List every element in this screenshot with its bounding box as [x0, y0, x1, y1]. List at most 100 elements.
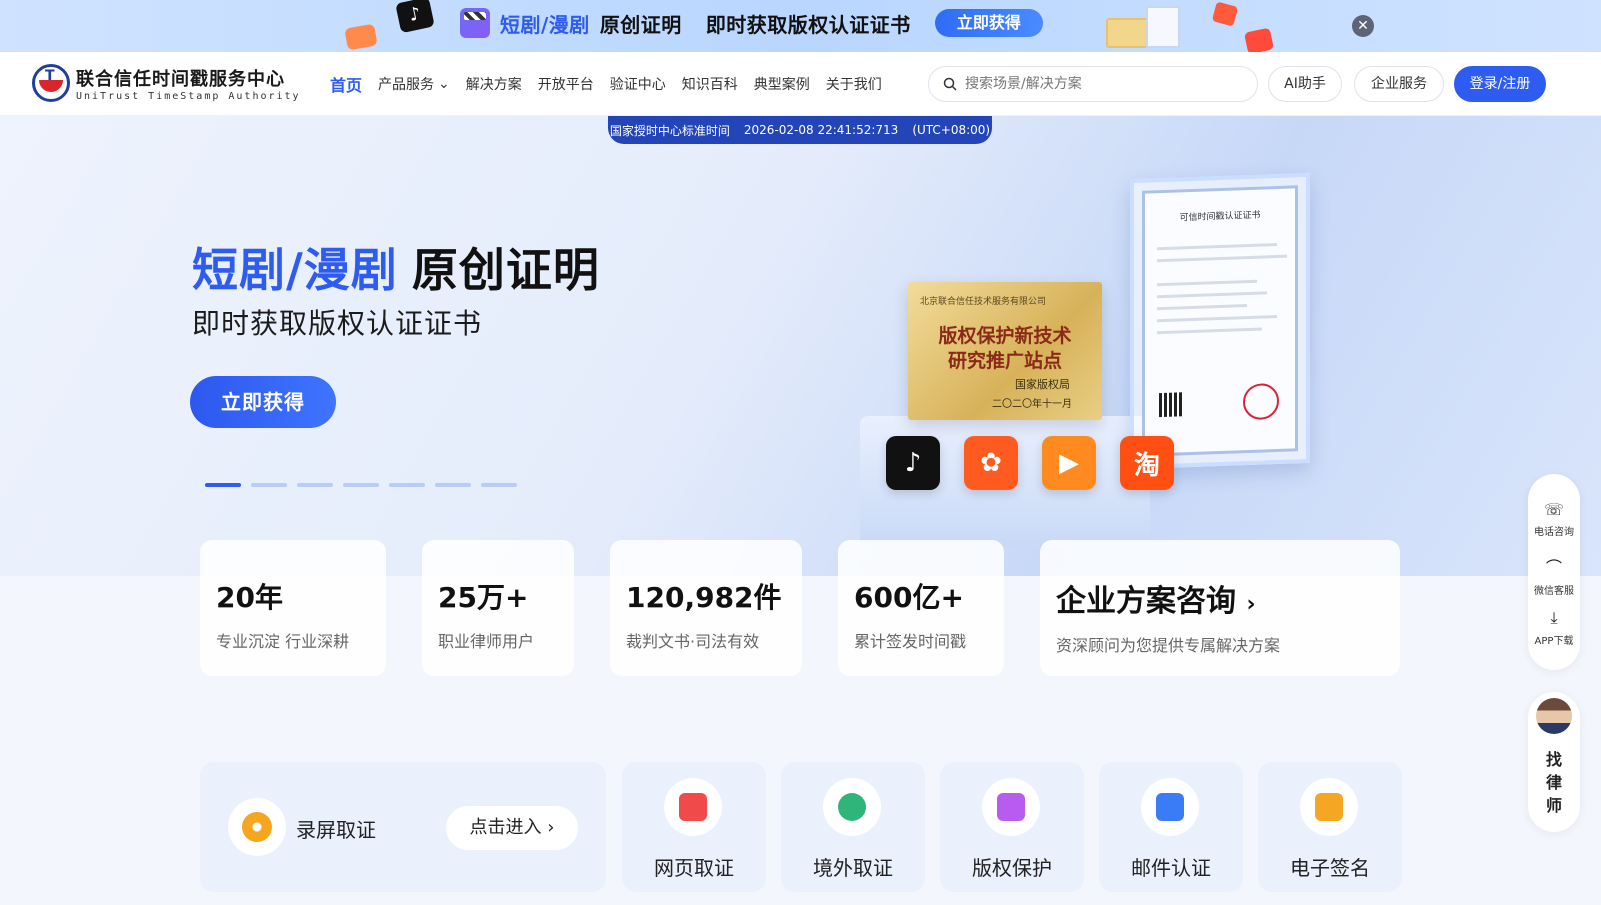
- promo-get-button[interactable]: 立即获得: [934, 9, 1043, 37]
- find-lawyer-text: 找律师: [1546, 750, 1563, 815]
- nav-products-label: 产品服务: [378, 77, 435, 93]
- service-email-auth[interactable]: 邮件认证: [1099, 762, 1243, 892]
- enterprise-service-button[interactable]: 企业服务: [1354, 66, 1444, 102]
- stat-value: 600亿+: [854, 581, 964, 614]
- carousel-dot[interactable]: [481, 483, 517, 487]
- hero-subtitle: 即时获取版权认证证书: [192, 307, 483, 340]
- headset-icon: ⌒: [1545, 558, 1562, 577]
- service-label: 网页取证: [654, 856, 734, 880]
- stat-card-lawyers: 25万+ 职业律师用户: [422, 540, 574, 676]
- chevron-right-icon: ›: [1246, 592, 1256, 617]
- screen-record-label: 录屏取证: [296, 818, 376, 842]
- nav-cases[interactable]: 典型案例: [754, 72, 810, 96]
- service-label: 电子签名: [1290, 856, 1370, 880]
- rail-phone[interactable]: ☏ 电话咨询: [1528, 500, 1580, 538]
- header: 联合信任时间戳服务中心 UniTrust TimeStamp Authority…: [0, 52, 1601, 116]
- nav-open-platform[interactable]: 开放平台: [538, 72, 594, 96]
- rail-wechat-label: 微信客服: [1534, 586, 1574, 597]
- download-icon: ⤓: [1550, 608, 1558, 627]
- carousel-dot[interactable]: [205, 483, 241, 487]
- nav-products[interactable]: 产品服务 ⌄: [378, 72, 450, 96]
- consult-subtitle: 资深顾问为您提供专属解决方案: [1056, 636, 1281, 655]
- time-zone: (UTC+08:00): [912, 123, 991, 137]
- find-lawyer-widget[interactable]: 找律师: [1528, 692, 1580, 832]
- service-label: 版权保护: [972, 856, 1052, 880]
- stat-card-timestamps: 600亿+ 累计签发时间戳: [838, 540, 1004, 676]
- nav-knowledge[interactable]: 知识百科: [682, 72, 738, 96]
- nav-solutions[interactable]: 解决方案: [466, 72, 522, 96]
- carousel-dot[interactable]: [251, 483, 287, 487]
- douyin-icon: ♪: [886, 436, 940, 490]
- phone-icon: ☏: [1543, 500, 1564, 519]
- search-box[interactable]: [928, 66, 1258, 102]
- promo-banner[interactable]: ♪ 短剧/漫剧 原创证明 即时获取版权认证证书 立即获得 ✕: [0, 0, 1601, 52]
- carousel-dot[interactable]: [343, 483, 379, 487]
- stat-value: 25万+: [438, 581, 529, 614]
- hero-get-button[interactable]: 立即获得: [190, 376, 336, 428]
- certificate-text-line: [1157, 315, 1277, 323]
- ai-assistant-button[interactable]: AI助手: [1268, 66, 1342, 102]
- service-overseas-evidence[interactable]: 境外取证: [781, 762, 925, 892]
- nav-home[interactable]: 首页: [330, 72, 362, 96]
- qr-code-icon: [1159, 392, 1183, 418]
- rail-wechat[interactable]: ⌒ 微信客服: [1528, 554, 1580, 597]
- logo-mark-icon: [32, 64, 70, 102]
- promo-title: 原创证明: [599, 12, 682, 37]
- stat-label: 专业沉淀 行业深耕: [216, 632, 350, 651]
- service-copyright[interactable]: 版权保护: [940, 762, 1084, 892]
- hongguo-icon: ▶: [1042, 436, 1096, 490]
- enter-label: 点击进入: [469, 817, 542, 838]
- screen-record-evidence-card[interactable]: 录屏取证 点击进入 ›: [200, 762, 606, 892]
- enter-button[interactable]: 点击进入 ›: [446, 806, 578, 850]
- stat-value: 20年: [216, 581, 283, 614]
- monitor-icon: [664, 778, 722, 836]
- hero-title: 短剧/漫剧 原创证明: [192, 234, 600, 300]
- certificate-doc-icon: [1146, 6, 1180, 48]
- signature-icon: [1300, 778, 1358, 836]
- kuaishou-icon: ✿: [964, 436, 1018, 490]
- certificate-text-line: [1157, 279, 1257, 287]
- certificate-frame: 可信时间戳认证证书: [1130, 172, 1310, 470]
- carousel-dot[interactable]: [389, 483, 425, 487]
- chevron-right-icon: ›: [547, 817, 555, 838]
- logo-title: 联合信任时间戳服务中心: [76, 68, 285, 90]
- rail-app-download[interactable]: ⤓ APP下载: [1528, 608, 1580, 647]
- taobao-icon: [1211, 1, 1239, 27]
- plaque-title: 版权保护新技术 研究推广站点: [908, 324, 1102, 374]
- login-register-button[interactable]: 登录/注册: [1454, 66, 1546, 102]
- nav-verify-center[interactable]: 验证中心: [610, 72, 666, 96]
- enterprise-consult-card[interactable]: 企业方案咨询 › 资深顾问为您提供专属解决方案: [1040, 540, 1400, 676]
- nav-about[interactable]: 关于我们: [826, 72, 882, 96]
- certificate-text-line: [1157, 327, 1262, 335]
- kuaishou-icon: [1243, 27, 1275, 52]
- search-icon: [943, 77, 957, 91]
- carousel-dot[interactable]: [435, 483, 471, 487]
- rail-phone-label: 电话咨询: [1534, 527, 1574, 538]
- carousel-dot[interactable]: [297, 483, 333, 487]
- avatar: [1536, 698, 1572, 734]
- promo-content: 短剧/漫剧 原创证明 即时获取版权认证证书 立即获得: [460, 8, 1043, 38]
- plaque-date: 二〇二〇年十一月: [992, 399, 1072, 410]
- record-icon: [228, 798, 286, 856]
- logo[interactable]: 联合信任时间戳服务中心 UniTrust TimeStamp Authority: [32, 64, 301, 102]
- certificate-text-line: [1157, 304, 1247, 311]
- service-web-evidence[interactable]: 网页取证: [622, 762, 766, 892]
- stat-label: 裁判文书·司法有效: [626, 632, 760, 651]
- rail-app-label: APP下载: [1534, 636, 1574, 647]
- time-label: 国家授时中心标准时间: [609, 123, 730, 138]
- close-icon[interactable]: ✕: [1352, 15, 1374, 37]
- service-e-signature[interactable]: 电子签名: [1258, 762, 1402, 892]
- certificate-title: 可信时间戳认证证书: [1179, 210, 1261, 224]
- service-label: 境外取证: [813, 856, 893, 880]
- stat-value: 120,982件: [626, 581, 782, 614]
- standard-time-bar: 国家授时中心标准时间 2026-02-08 22:41:52:713 (UTC+…: [608, 116, 992, 144]
- globe-icon: [823, 778, 881, 836]
- hero-title-main: 原创证明: [411, 243, 600, 297]
- main-nav: 首页 产品服务 ⌄ 解决方案 开放平台 验证中心 知识百科 典型案例 关于我们: [330, 72, 882, 96]
- mail-icon: [1141, 778, 1199, 836]
- gift-icon: [344, 23, 378, 51]
- search-input[interactable]: [965, 76, 1245, 92]
- douyin-icon: ♪: [395, 0, 435, 34]
- certificate-text-line: [1157, 254, 1287, 263]
- seal-icon: [1243, 382, 1279, 421]
